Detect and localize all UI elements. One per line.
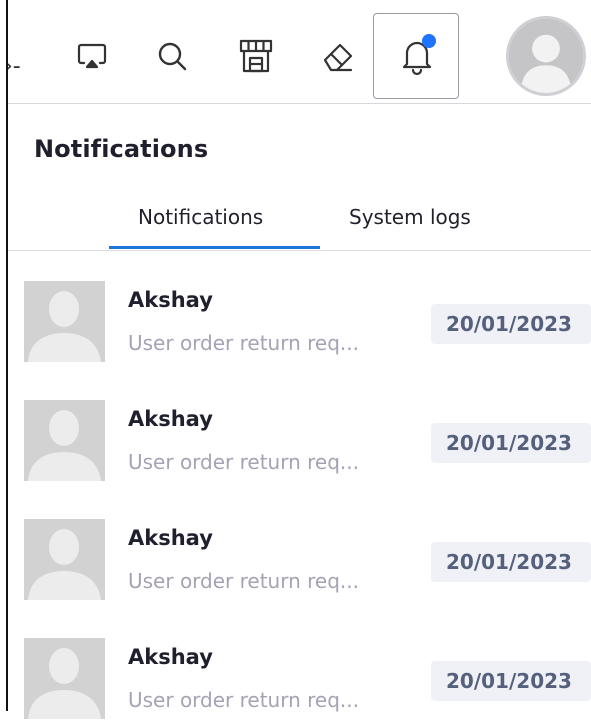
notification-date: 20/01/2023 [431,661,591,701]
eraser-icon[interactable] [318,36,358,76]
list-item[interactable]: Akshay User order return req... 20/01/20… [0,370,591,489]
store-icon[interactable] [236,36,276,76]
notification-message: User order return req... [128,450,359,474]
avatar [24,281,105,362]
user-avatar[interactable] [506,16,586,96]
notification-sender: Akshay [128,288,213,312]
notification-date: 20/01/2023 [431,304,591,344]
notification-date: 20/01/2023 [431,423,591,463]
notification-date: 20/01/2023 [431,542,591,582]
list-item[interactable]: Akshay User order return req... 20/01/20… [0,251,591,370]
avatar [24,400,105,481]
notification-sender: Akshay [128,407,213,431]
top-toolbar: ›- [0,0,591,104]
notifications-bell-button[interactable] [373,13,459,99]
search-icon[interactable] [152,36,192,76]
cast-icon[interactable] [72,36,112,76]
avatar [24,638,105,719]
notification-sender: Akshay [128,645,213,669]
list-item[interactable]: Akshay User order return req... 20/01/20… [0,608,591,727]
notification-tabs: Notifications System logs [0,195,591,251]
avatar [24,519,105,600]
panel-title: Notifications [34,135,209,163]
notification-message: User order return req... [128,688,359,712]
notification-sender: Akshay [128,526,213,550]
list-item[interactable]: Akshay User order return req... 20/01/20… [0,489,591,608]
notification-message: User order return req... [128,569,359,593]
active-tab-indicator [109,246,320,249]
tab-system-logs[interactable]: System logs [349,205,471,229]
notification-dot [422,34,436,48]
notification-message: User order return req... [128,331,359,355]
tab-notifications[interactable]: Notifications [138,205,263,229]
window-edge [0,0,8,711]
